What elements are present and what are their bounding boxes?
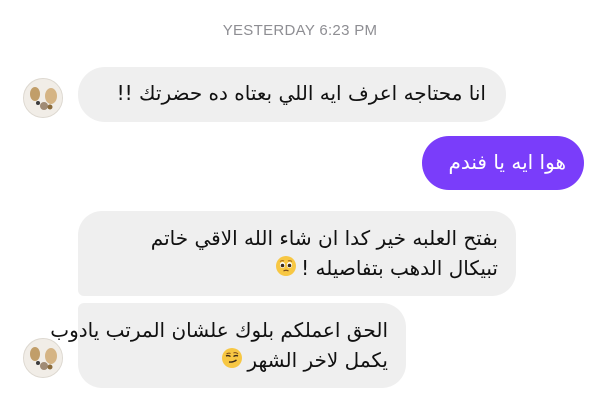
message-timestamp: YESTERDAY 6:23 PM bbox=[222, 22, 378, 39]
message-text-with-emoji: تبيكال الدهب بتفاصيله ! bbox=[96, 253, 498, 285]
message-text: انا محتاجه اعرف ايه اللي بعتاه ده حضرتك … bbox=[116, 81, 486, 105]
contact-avatar[interactable] bbox=[23, 78, 63, 118]
smirking-face-emoji-icon bbox=[221, 347, 243, 377]
message-text: الحق اعملكم بلوك علشان المرتب يادوب bbox=[50, 318, 388, 342]
message-text: بفتح العلبه خير كدا ان شاء الله الاقي خا… bbox=[150, 226, 498, 250]
message-text: تبيكال الدهب بتفاصيله ! bbox=[301, 256, 498, 280]
message-bubble-incoming[interactable]: الحق اعملكم بلوك علشان المرتب يادوب يكمل… bbox=[50, 303, 406, 388]
message-bubble-incoming[interactable]: بفتح العلبه خير كدا ان شاء الله الاقي خا… bbox=[78, 211, 516, 296]
message-text-with-emoji: يكمل لاخر الشهر bbox=[96, 345, 388, 377]
message-bubble-incoming[interactable]: انا محتاجه اعرف ايه اللي بعتاه ده حضرتك … bbox=[78, 67, 506, 122]
pleading-face-emoji-icon bbox=[275, 255, 297, 285]
message-text: هوا ايه يا فندم bbox=[448, 150, 567, 174]
message-bubble-outgoing[interactable]: هوا ايه يا فندم bbox=[422, 136, 584, 190]
ring-photo-icon bbox=[24, 79, 62, 117]
message-text: يكمل لاخر الشهر bbox=[247, 348, 388, 372]
